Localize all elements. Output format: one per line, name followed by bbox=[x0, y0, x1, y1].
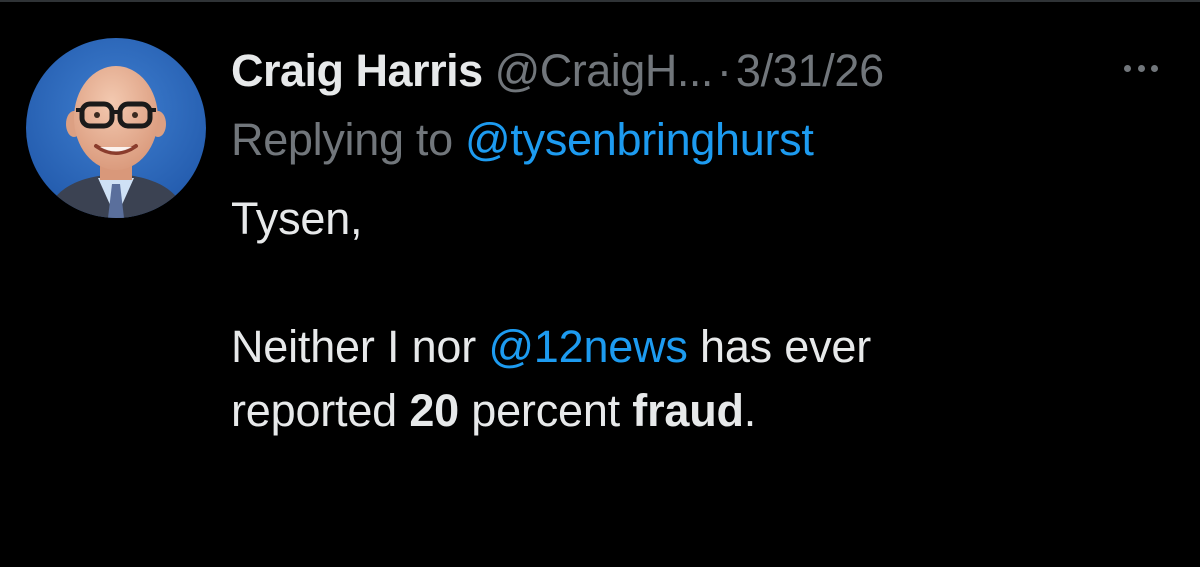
body-mention-link[interactable]: @12news bbox=[488, 321, 688, 372]
body-greeting: Tysen, bbox=[231, 193, 363, 244]
author-name[interactable]: Craig Harris bbox=[231, 40, 483, 102]
avatar[interactable] bbox=[26, 38, 206, 218]
body-text-segment: Neither I nor bbox=[231, 321, 489, 372]
tweet[interactable]: Craig Harris @CraigH... · 3/31/26 Replyi… bbox=[231, 40, 1171, 443]
body-text-segment: percent bbox=[458, 385, 633, 436]
body-text-segment: has ever bbox=[687, 321, 872, 372]
body-bold-word: fraud bbox=[632, 385, 744, 436]
replying-to: Replying to @tysenbringhurst bbox=[231, 112, 1171, 168]
replying-to-label: Replying to bbox=[231, 114, 466, 165]
body-bold-number: 20 bbox=[409, 385, 459, 436]
body-line-2: reported 20 percent fraud. bbox=[231, 379, 1171, 443]
tweet-date[interactable]: 3/31/26 bbox=[736, 40, 884, 102]
more-options-icon[interactable] bbox=[1124, 61, 1158, 75]
profile-photo bbox=[26, 38, 206, 218]
body-text-segment: reported bbox=[231, 385, 410, 436]
tweet-body: Tysen, Neither I nor @12news has ever re… bbox=[231, 187, 1171, 443]
more-dot bbox=[1124, 64, 1131, 72]
more-dot bbox=[1151, 64, 1158, 72]
body-text-segment: . bbox=[743, 385, 757, 436]
separator-dot: · bbox=[716, 45, 732, 96]
body-line-1: Neither I nor @12news has ever bbox=[231, 315, 1171, 379]
tweet-header: Craig Harris @CraigH... · 3/31/26 bbox=[231, 40, 1171, 102]
reply-mention-link[interactable]: @tysenbringhurst bbox=[465, 114, 814, 165]
more-dot bbox=[1137, 64, 1145, 72]
top-divider bbox=[0, 0, 1200, 2]
author-handle[interactable]: @CraigH... bbox=[495, 40, 714, 102]
